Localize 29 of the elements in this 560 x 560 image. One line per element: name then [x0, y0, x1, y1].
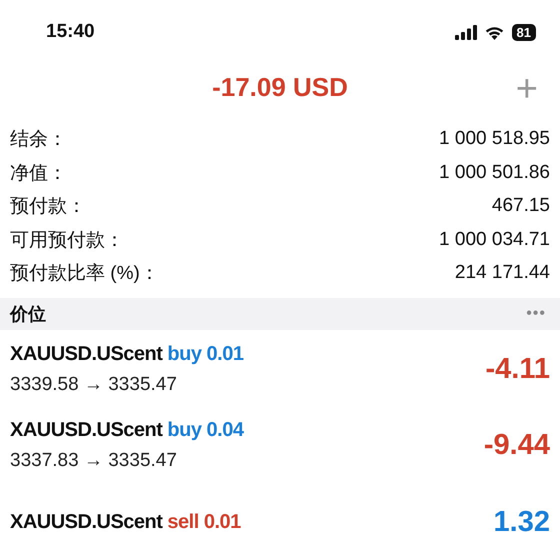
summary-value: 1 000 034.71 [439, 228, 550, 251]
more-button[interactable]: ••• [526, 304, 546, 323]
summary-value: 214 171.44 [454, 262, 550, 284]
position-order: buy 0.01 [167, 342, 244, 366]
summary-label: 净值： [10, 162, 67, 186]
summary-label: 预付款： [10, 195, 86, 220]
position-profit: -4.11 [486, 352, 550, 386]
position-order: sell 0.01 [167, 511, 241, 534]
add-button[interactable]: + [516, 72, 538, 106]
summary-label: 可用预付款： [10, 228, 124, 253]
position-prices: 3337.83 → 3335.47 [10, 450, 178, 472]
section-title: 价位 [10, 302, 46, 326]
position-profit: -9.44 [484, 429, 550, 462]
position-symbol: XAUUSD.UScent [10, 342, 162, 366]
summary-value: 1 000 501.86 [439, 162, 550, 184]
position-symbol: XAUUSD.UScent [10, 419, 162, 442]
signal-icon [454, 24, 477, 40]
battery-level: 81 [512, 24, 536, 41]
position-order: buy 0.04 [167, 419, 244, 442]
position-symbol: XAUUSD.UScent [10, 511, 162, 534]
summary-label: 结余： [10, 128, 67, 152]
position-profit: 1.32 [494, 506, 550, 540]
summary-label: 预付款比率 (%)： [10, 262, 159, 286]
summary-value: 467.15 [492, 195, 550, 218]
wifi-icon [484, 24, 505, 40]
summary-value: 1 000 518.95 [439, 128, 550, 150]
floating-profit: -17.09 USD [212, 72, 348, 103]
position-prices: 3339.58 → 3335.47 [10, 374, 178, 396]
status-time: 15:40 [46, 21, 95, 44]
